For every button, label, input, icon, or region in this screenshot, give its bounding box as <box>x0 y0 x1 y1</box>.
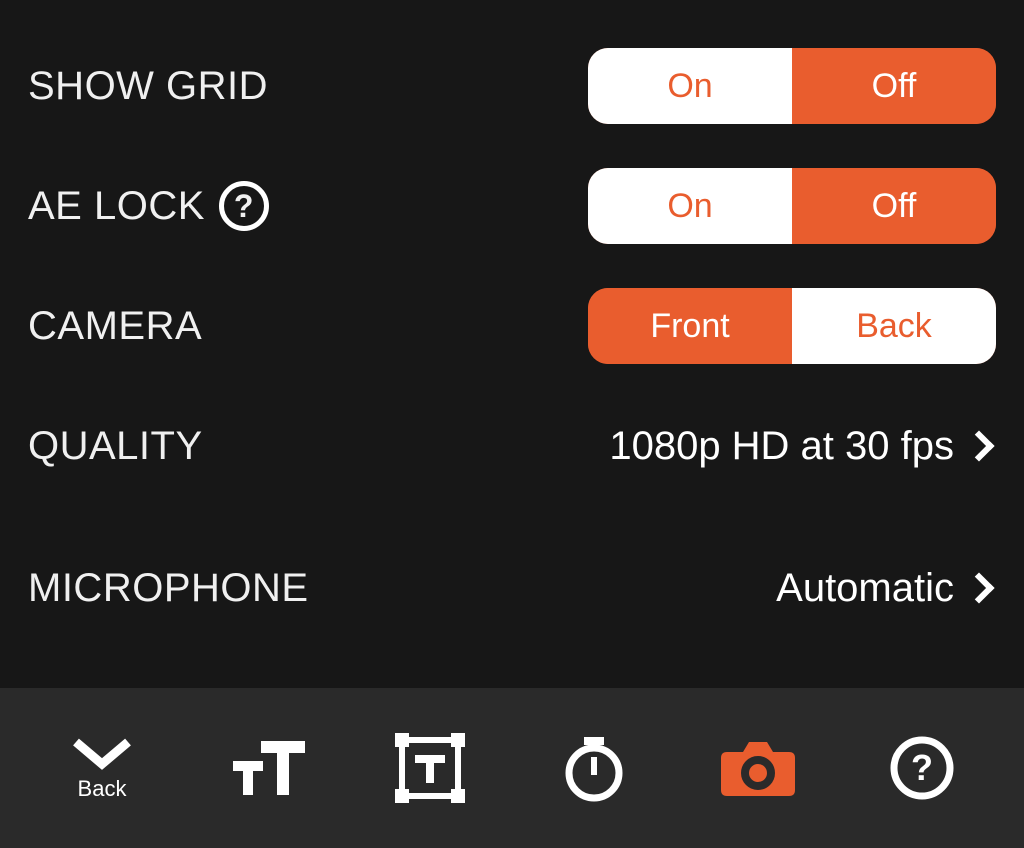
microphone-value: Automatic <box>776 566 954 611</box>
quality-value-link[interactable]: 1080p HD at 30 fps <box>609 424 996 469</box>
ae-lock-label: AE LOCK ? <box>28 181 269 231</box>
camera-front-button[interactable]: Front <box>588 288 792 364</box>
row-show-grid: SHOW GRID On Off <box>28 40 996 132</box>
back-button[interactable]: Back <box>52 734 152 802</box>
row-quality[interactable]: QUALITY 1080p HD at 30 fps <box>28 400 996 492</box>
text-size-icon <box>227 737 305 799</box>
settings-panel: SHOW GRID On Off AE LOCK ? On Off CAMERA… <box>0 0 1024 688</box>
quality-value: 1080p HD at 30 fps <box>609 424 954 469</box>
row-ae-lock: AE LOCK ? On Off <box>28 160 996 252</box>
ae-lock-off-button[interactable]: Off <box>792 168 996 244</box>
show-grid-on-button[interactable]: On <box>588 48 792 124</box>
microphone-value-link[interactable]: Automatic <box>776 566 996 611</box>
svg-text:?: ? <box>911 747 933 788</box>
back-label: Back <box>78 776 127 802</box>
help-button[interactable]: ? <box>872 735 972 801</box>
camera-button[interactable] <box>708 736 808 800</box>
chevron-right-icon <box>963 572 994 603</box>
ae-lock-toggle: On Off <box>588 168 996 244</box>
text-size-button[interactable] <box>216 737 316 799</box>
chevron-down-icon <box>66 734 138 774</box>
timer-button[interactable] <box>544 733 644 803</box>
help-icon[interactable]: ? <box>219 181 269 231</box>
row-microphone[interactable]: MICROPHONE Automatic <box>28 542 996 634</box>
camera-icon <box>719 736 797 800</box>
text-frame-button[interactable] <box>380 731 480 805</box>
row-camera: CAMERA Front Back <box>28 280 996 372</box>
show-grid-off-button[interactable]: Off <box>792 48 996 124</box>
help-icon: ? <box>889 735 955 801</box>
text-frame-icon <box>393 731 467 805</box>
timer-icon <box>559 733 629 803</box>
bottom-toolbar: Back <box>0 688 1024 848</box>
quality-label: QUALITY <box>28 424 203 469</box>
microphone-label: MICROPHONE <box>28 566 309 611</box>
show-grid-label: SHOW GRID <box>28 64 268 109</box>
show-grid-toggle: On Off <box>588 48 996 124</box>
chevron-right-icon <box>963 430 994 461</box>
camera-back-button[interactable]: Back <box>792 288 996 364</box>
camera-toggle: Front Back <box>588 288 996 364</box>
camera-label: CAMERA <box>28 304 202 349</box>
ae-lock-label-text: AE LOCK <box>28 184 205 229</box>
ae-lock-on-button[interactable]: On <box>588 168 792 244</box>
